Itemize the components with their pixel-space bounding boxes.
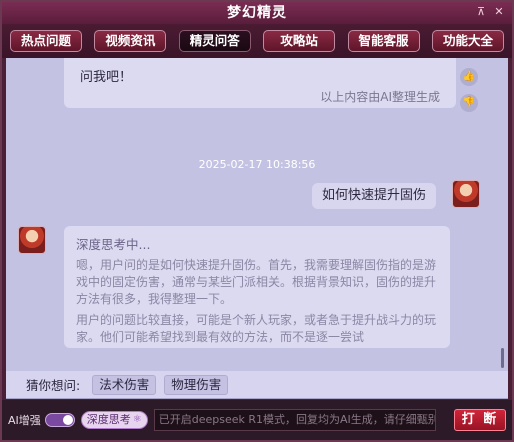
- close-icon[interactable]: ✕: [492, 5, 506, 19]
- suggestion-chip[interactable]: 法术伤害: [92, 374, 157, 395]
- message-timestamp: 2025-02-17 10:38:56: [198, 158, 316, 171]
- thumbs-up-icon[interactable]: 👍: [460, 68, 478, 86]
- bot-avatar: [18, 226, 46, 254]
- message-input[interactable]: 已开启deepseek R1模式，回复均为AI生成，请仔细甄别: [153, 409, 436, 431]
- tab-guide-station[interactable]: 攻略站: [263, 30, 336, 52]
- thumbs-down-icon[interactable]: 👎: [460, 94, 478, 112]
- pin-icon[interactable]: ⊼: [474, 5, 488, 19]
- ai-enhance-toggle[interactable]: [44, 413, 75, 427]
- bot-reply-bubble: 深度思考中... 嗯，用户问的是如何快速提升固伤。首先，我需要理解固伤指的是游戏…: [64, 226, 450, 348]
- previous-answer-bubble: 问我吧！ 以上内容由AI整理生成: [64, 58, 456, 108]
- tab-hot-questions[interactable]: 热点问题: [10, 30, 82, 52]
- nav-bar: 热点问题 视频资讯 精灵问答 攻略站 智能客服 功能大全: [2, 24, 512, 58]
- chat-scrollbar[interactable]: [501, 348, 504, 368]
- user-message: 如何快速提升固伤: [311, 183, 436, 209]
- ai-generated-note: 以上内容由AI整理生成: [320, 90, 440, 104]
- window-title: 梦幻精灵: [227, 5, 287, 21]
- ai-enhance-label: AI增强: [8, 414, 41, 427]
- suggestion-label: 猜你想问:: [26, 378, 81, 393]
- deep-think-label: 深度思考: [86, 413, 131, 426]
- interrupt-button[interactable]: 打 断: [454, 409, 506, 431]
- deep-think-button[interactable]: 深度思考 ⚛: [80, 411, 148, 429]
- toggle-knob: [62, 415, 73, 425]
- input-bar: AI增强 深度思考 ⚛ 已开启deepseek R1模式，回复均为AI生成，请仔…: [2, 400, 512, 440]
- tab-smart-support[interactable]: 智能客服: [347, 30, 420, 52]
- tab-video-news[interactable]: 视频资讯: [94, 30, 167, 52]
- thinking-paragraph: 用户的问题比较直接，可能是个新人玩家，或者急于提升战斗力的玩家。他们可能希望找到…: [76, 313, 437, 344]
- title-bar[interactable]: 梦幻精灵 ⊼ ✕: [2, 2, 512, 24]
- chat-area[interactable]: 问我吧！ 以上内容由AI整理生成 👍 👎 2025-02-17 10:38:56…: [6, 58, 508, 371]
- thinking-status: 深度思考中...: [76, 237, 151, 252]
- atom-icon: ⚛: [132, 414, 142, 425]
- tab-sprite-qa[interactable]: 精灵问答: [178, 30, 251, 52]
- user-avatar: [452, 180, 480, 208]
- previous-answer-text: 问我吧！: [80, 70, 133, 85]
- suggestion-chip[interactable]: 物理伤害: [164, 374, 229, 395]
- thinking-paragraph: 嗯，用户问的是如何快速提升固伤。首先，我需要理解固伤指的是游戏中的固定伤害，通常…: [76, 258, 437, 306]
- suggestion-bar: 猜你想问: 法术伤害 物理伤害: [6, 371, 508, 399]
- tab-features[interactable]: 功能大全: [431, 30, 504, 52]
- app-window: 梦幻精灵 ⊼ ✕ 热点问题 视频资讯 精灵问答 攻略站 智能客服 功能大全 问我…: [0, 0, 514, 442]
